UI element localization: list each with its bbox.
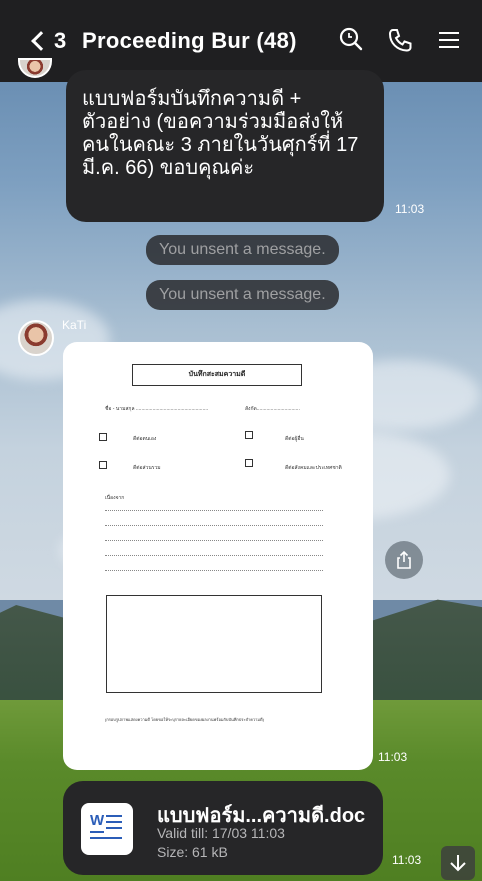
doc-option: ดีต่อสังคมและประเทศชาติ — [285, 465, 342, 471]
unsent-notice: You unsent a message. — [146, 235, 339, 265]
sender-name: KaTi — [62, 318, 87, 332]
arrow-down-icon — [450, 855, 466, 872]
message-time: 11:03 — [378, 750, 408, 764]
back-chevron-icon — [31, 31, 51, 51]
doc-option: ดีต่อผู้อื่น — [285, 436, 304, 442]
doc-title: บันทึกสะสมความดี — [132, 364, 302, 386]
doc-checkbox — [245, 431, 253, 439]
back-button[interactable]: 3 — [30, 27, 70, 55]
file-attachment[interactable]: W แบบฟอร์ม...ความดี.doc Valid till: 17/0… — [63, 781, 383, 875]
scroll-to-bottom-button[interactable] — [441, 846, 475, 880]
message-bubble[interactable]: แบบฟอร์มบันทึกความดี + ตัวอย่าง (ขอความร… — [66, 70, 384, 222]
share-button[interactable] — [385, 541, 423, 579]
doc-option: ดีต่อส่วนรวม — [133, 465, 161, 471]
share-icon — [397, 550, 411, 569]
doc-checkbox — [245, 459, 253, 467]
file-size: Size: 61 kB — [157, 844, 228, 860]
chat-title[interactable]: Proceeding Bur (48) — [82, 28, 297, 54]
menu-icon[interactable] — [434, 25, 464, 55]
doc-reason-label: เนื่องจาก — [105, 495, 125, 501]
message-time: 11:03 — [395, 202, 425, 216]
doc-checkbox — [99, 433, 107, 441]
doc-checkbox — [99, 461, 107, 469]
doc-name-line: ชื่อ - นามสกุล .........................… — [105, 406, 209, 412]
unsent-notice: You unsent a message. — [146, 280, 339, 310]
document-preview[interactable]: บันทึกสะสมความดี ชื่อ - นามสกุล ........… — [63, 342, 373, 770]
message-time: 11:03 — [392, 853, 422, 867]
doc-image-box — [106, 595, 322, 693]
doc-faculty-line: สังกัด............................... — [245, 406, 300, 412]
doc-footnote: (กรอบรูปภาพแสดงความดี โดยขอให้ระบุรายละเ… — [105, 717, 264, 722]
doc-option: ดีต่อตนเอง — [133, 436, 157, 442]
sender-avatar[interactable] — [18, 320, 54, 356]
search-icon[interactable] — [336, 25, 366, 55]
unread-count: 3 — [54, 28, 67, 53]
phone-icon[interactable] — [385, 25, 415, 55]
word-file-icon: W — [81, 803, 133, 855]
file-valid-till: Valid till: 17/03 11:03 — [157, 825, 285, 841]
